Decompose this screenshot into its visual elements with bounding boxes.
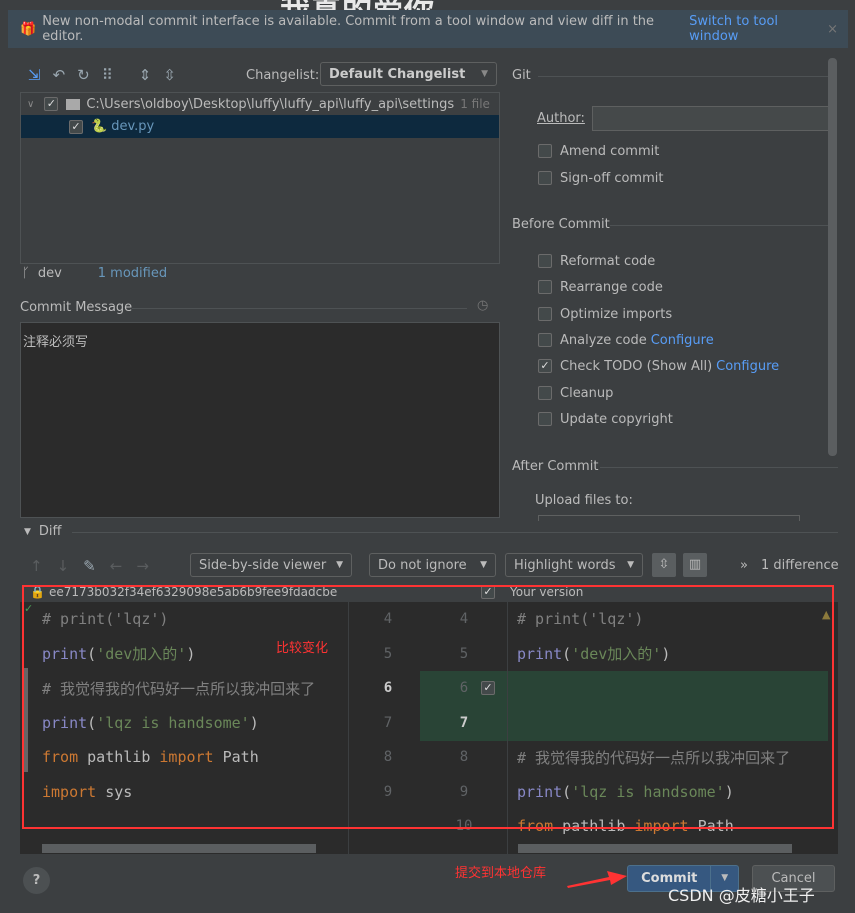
gift-icon: 🎁	[20, 21, 37, 37]
show-diff-icon[interactable]: ⇲	[28, 66, 41, 84]
changelist-value: Default Changelist	[329, 66, 466, 82]
rollback-icon[interactable]: ↶	[53, 66, 66, 84]
annotation-box	[22, 585, 834, 829]
before-commit-option[interactable]: Reformat code	[538, 251, 655, 271]
author-input[interactable]	[592, 106, 832, 131]
file-name: dev.py	[111, 119, 155, 134]
option-label: Reformat code	[560, 253, 656, 269]
before-commit-option[interactable]: Optimize imports	[538, 304, 672, 324]
arrow-icon	[567, 871, 627, 888]
option-label: Analyze code	[560, 332, 647, 348]
before-commit-option[interactable]: Analyze code Configure	[538, 330, 714, 350]
chevron-down-icon: ▼	[481, 69, 488, 79]
diff-toolbar: ↑ ↓ ✎ ← →	[30, 554, 149, 578]
expand-all-icon[interactable]: ⇕	[139, 66, 152, 84]
left-horizontal-scrollbar[interactable]	[42, 844, 316, 853]
more-icon[interactable]: »	[740, 558, 748, 573]
option-checkbox[interactable]	[538, 386, 552, 400]
option-checkbox[interactable]	[538, 280, 552, 294]
configure-link[interactable]: Configure	[716, 359, 779, 374]
option-label: Optimize imports	[560, 306, 673, 322]
folder-count: 1 file	[460, 97, 490, 111]
before-commit-option[interactable]: Update copyright	[538, 409, 673, 429]
viewer-value: Side-by-side viewer	[199, 557, 327, 573]
ignore-value: Do not ignore	[378, 557, 467, 573]
folder-path: C:\Users\oldboy\Desktop\luffy\luffy_api\…	[86, 96, 455, 112]
option-label: Update copyright	[560, 411, 673, 427]
watermark: CSDN @皮糖小王子	[668, 886, 815, 905]
author-label: Author:	[537, 111, 585, 126]
viewer-dropdown[interactable]: Side-by-side viewer ▼	[190, 553, 352, 577]
option-checkbox[interactable]	[538, 333, 552, 347]
commit-message-label: Commit Message	[20, 300, 133, 315]
option-checkbox[interactable]: ✓	[538, 359, 552, 373]
changes-toolbar: ⇲ ↶ ↻ ⠿ ⇕ ⇳	[28, 64, 176, 86]
signoff-commit-checkbox[interactable]: Sign-off commit	[538, 168, 663, 188]
ignore-dropdown[interactable]: Do not ignore ▼	[369, 553, 496, 577]
highlight-value: Highlight words	[514, 557, 616, 573]
notification-banner: 🎁 New non-modal commit interface is avai…	[8, 10, 848, 48]
compare-annotation: 比较变化	[276, 641, 329, 656]
option-checkbox[interactable]	[538, 307, 552, 321]
close-icon[interactable]: ×	[827, 22, 838, 37]
tree-file-row[interactable]: ✓ 🐍 dev.py	[21, 115, 499, 138]
previous-difference-icon[interactable]: ↑	[30, 557, 43, 575]
changelist-dropdown[interactable]: Default Changelist ▼	[320, 62, 497, 86]
collapse-all-icon[interactable]: ⇳	[163, 66, 176, 84]
option-label: Cleanup	[560, 385, 614, 401]
right-panel-scrollbar[interactable]	[828, 58, 837, 456]
file-checkbox[interactable]: ✓	[69, 119, 83, 134]
diff-title: Diff	[38, 524, 62, 539]
next-difference-icon[interactable]: ↓	[57, 557, 70, 575]
after-commit-title: After Commit	[512, 459, 599, 474]
python-file-icon: 🐍	[91, 119, 108, 134]
before-commit-option[interactable]: Cleanup	[538, 383, 613, 403]
group-by-icon[interactable]: ⠿	[102, 66, 113, 84]
switch-to-tool-window-link[interactable]: Switch to tool window	[689, 14, 827, 44]
amend-commit-checkbox[interactable]: Amend commit	[538, 141, 659, 161]
option-checkbox[interactable]	[538, 412, 552, 426]
refresh-icon[interactable]: ↻	[77, 66, 90, 84]
before-commit-option[interactable]: ✓ Check TODO (Show All) Configure	[538, 356, 779, 376]
folder-checkbox[interactable]: ✓	[44, 97, 59, 111]
changes-tree: ∨ ✓ C:\Users\oldboy\Desktop\luffy\luffy_…	[20, 92, 500, 264]
right-horizontal-scrollbar[interactable]	[518, 844, 792, 853]
signoff-label: Sign-off commit	[560, 170, 664, 186]
help-button[interactable]: ?	[23, 867, 50, 894]
option-checkbox[interactable]	[538, 254, 552, 268]
commit-hint-annotation: 提交到本地仓库	[455, 866, 547, 881]
configure-link[interactable]: Configure	[651, 333, 714, 348]
folder-icon	[66, 98, 81, 110]
branch-name[interactable]: dev	[38, 266, 62, 281]
collapse-unchanged-icon[interactable]: ⇳	[652, 553, 676, 577]
changelist-label: Changelist:	[246, 68, 320, 83]
modified-count: 1 modified	[97, 266, 168, 281]
edit-icon[interactable]: ✎	[83, 557, 96, 575]
previous-file-icon[interactable]: ←	[110, 557, 123, 575]
chevron-down-icon[interactable]: ∨	[27, 99, 34, 110]
chevron-down-icon: ▼	[24, 526, 31, 537]
sync-scroll-icon[interactable]: ▥	[683, 553, 707, 577]
git-section-title: Git	[512, 68, 531, 83]
tree-folder-row[interactable]: ∨ ✓ C:\Users\oldboy\Desktop\luffy\luffy_…	[21, 93, 499, 115]
amend-label: Amend commit	[560, 143, 660, 159]
diff-section-header[interactable]: ▼ Diff	[24, 524, 62, 539]
upload-server-dropdown[interactable]	[538, 515, 800, 521]
before-commit-option[interactable]: Rearrange code	[538, 277, 663, 297]
before-commit-title: Before Commit	[512, 217, 610, 232]
banner-text: New non-modal commit interface is availa…	[42, 14, 655, 44]
highlight-dropdown[interactable]: Highlight words ▼	[505, 553, 643, 577]
history-icon[interactable]: ◷	[477, 298, 488, 313]
next-file-icon[interactable]: →	[136, 557, 149, 575]
commit-message-text: 注释必须写	[23, 335, 89, 350]
option-label: Check TODO (Show All)	[560, 358, 713, 374]
difference-count: 1 difference	[761, 558, 839, 573]
commit-message-input[interactable]: 注释必须写	[20, 322, 500, 518]
branch-icon: ᚴ	[22, 266, 30, 281]
option-label: Rearrange code	[560, 279, 663, 295]
status-bar: ᚴ dev 1 modified	[22, 266, 167, 281]
upload-files-label: Upload files to:	[535, 493, 633, 508]
